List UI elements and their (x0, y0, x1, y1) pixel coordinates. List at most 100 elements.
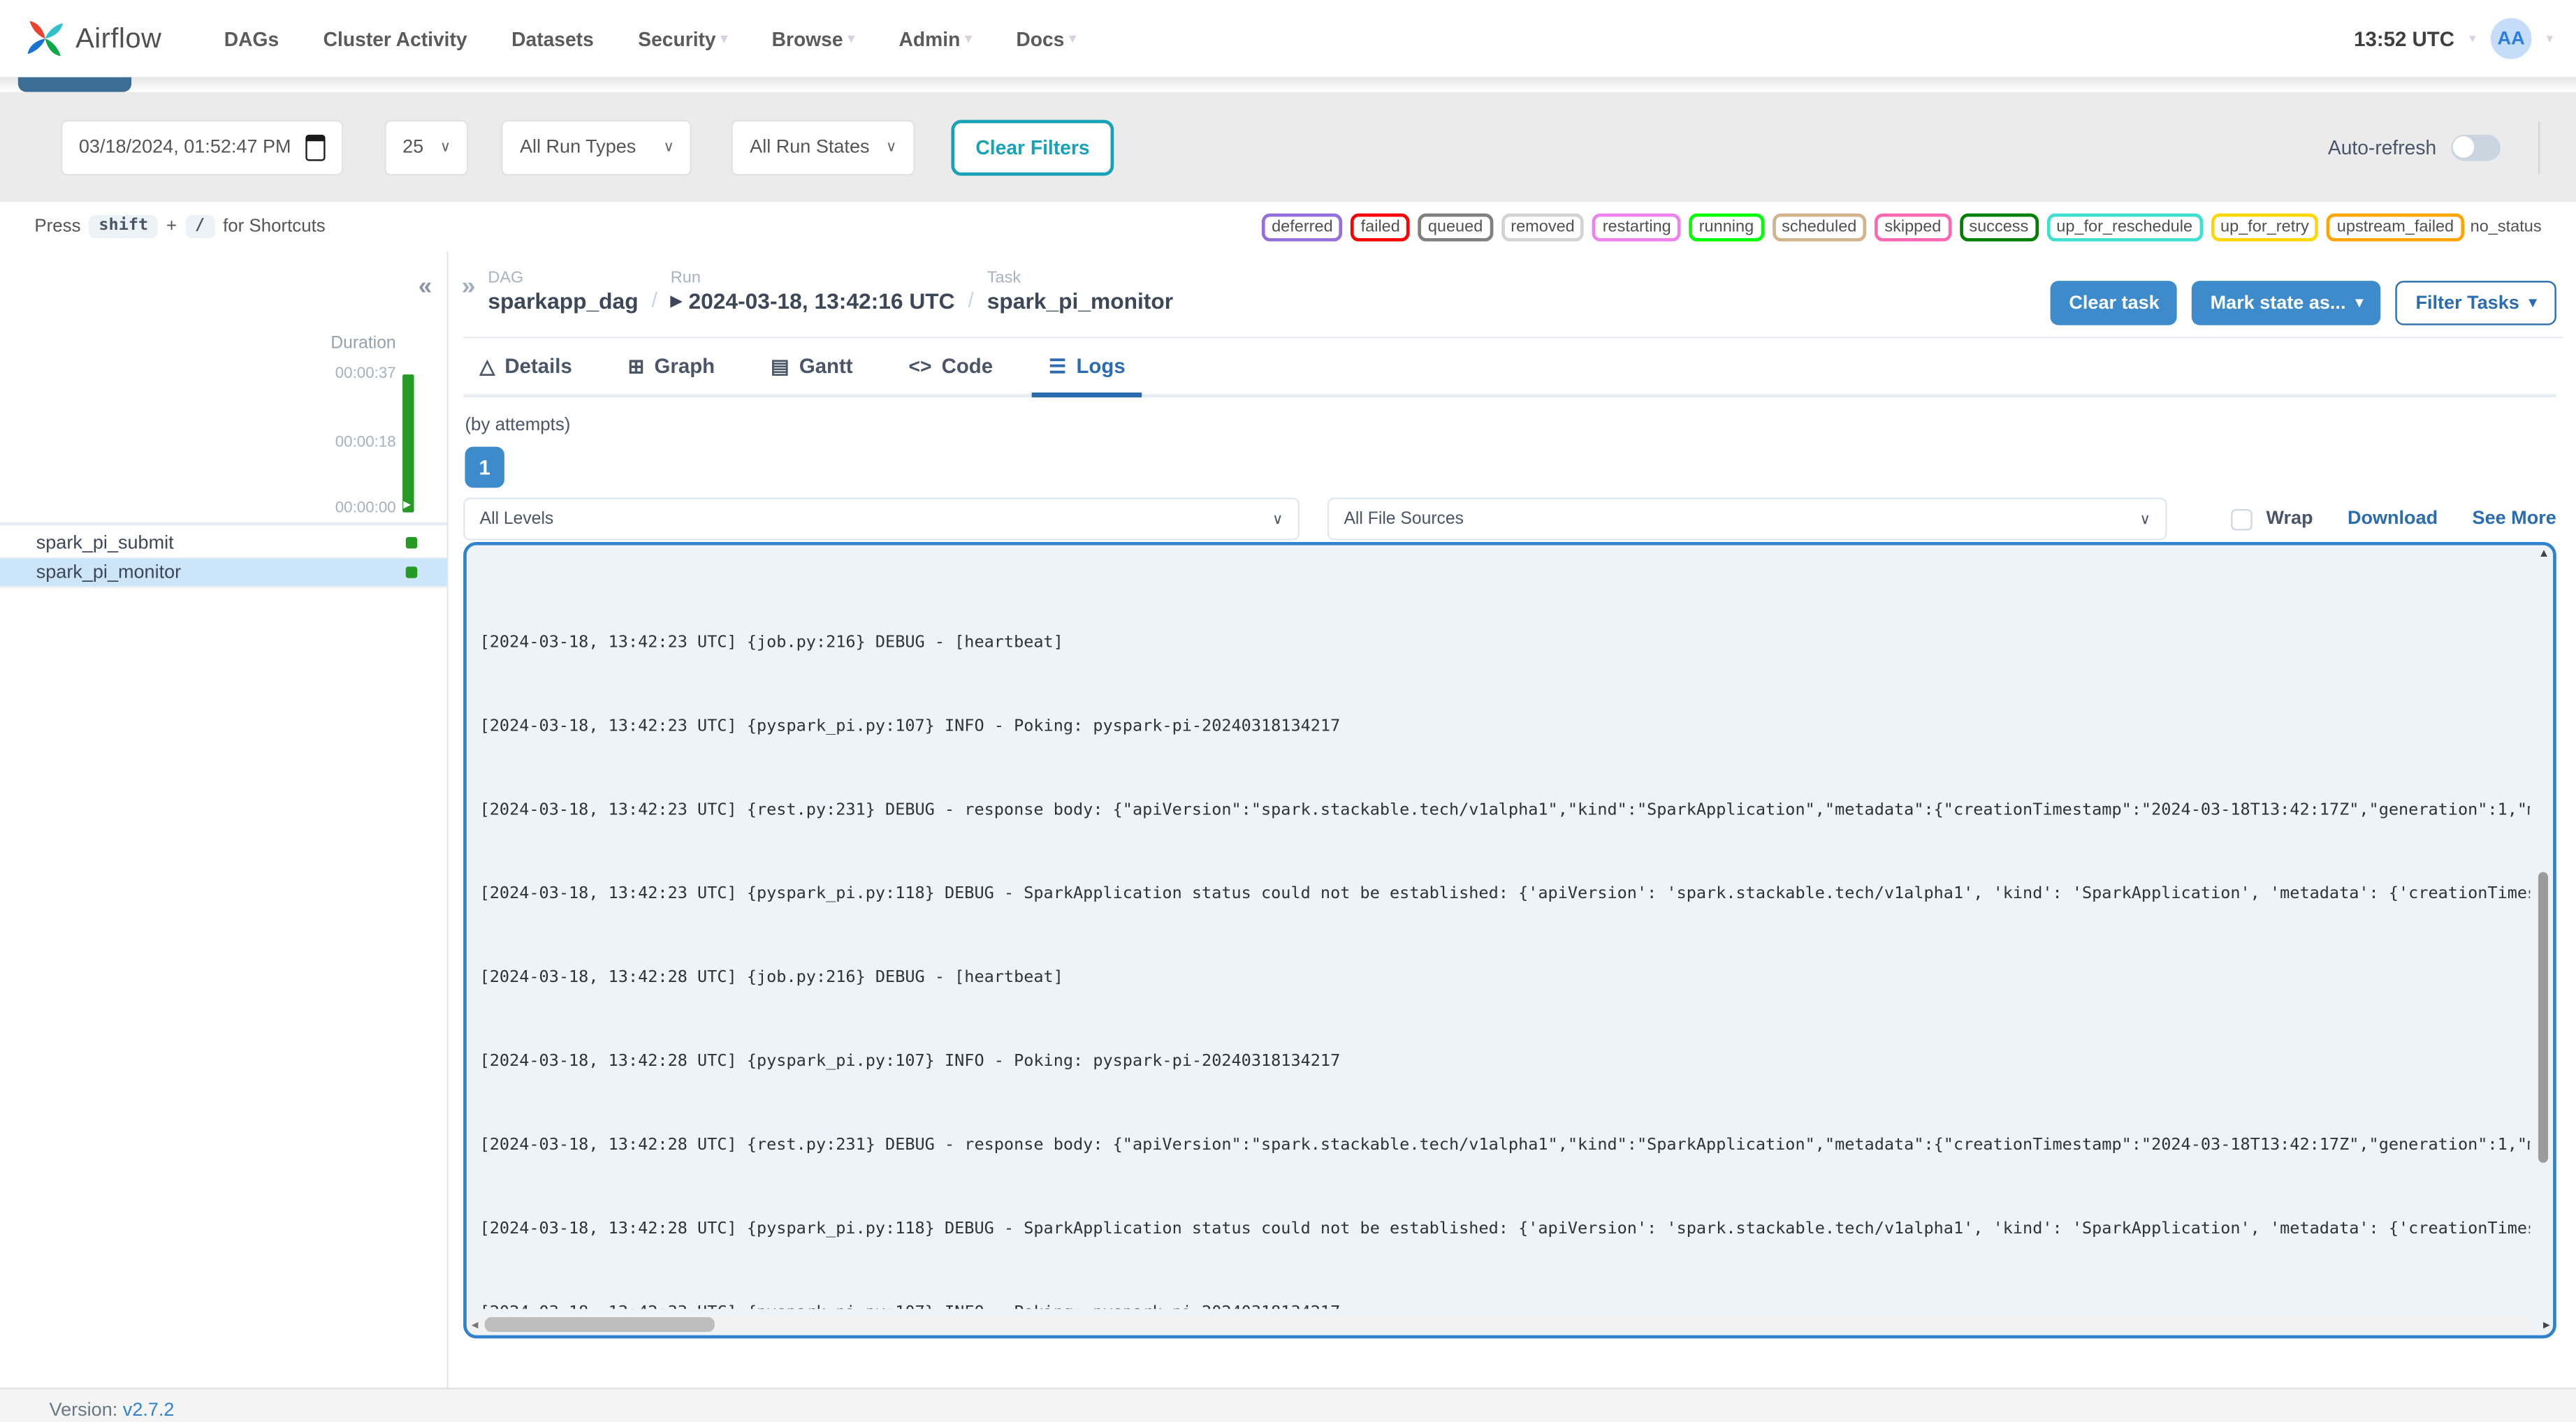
filter-tasks-button[interactable]: Filter Tasks ▾ (2396, 281, 2556, 325)
chevron-down-icon: ∨ (439, 138, 451, 155)
shortcut-text: Press (34, 217, 81, 237)
tab-details[interactable]: △ Details (463, 343, 588, 397)
mark-state-button[interactable]: Mark state as... ▾ (2192, 281, 2382, 325)
badge-up-for-reschedule: up_for_reschedule (2046, 212, 2203, 241)
vertical-scrollbar: ▲ (2537, 548, 2550, 1314)
log-level-select[interactable]: All Levels ∨ (463, 497, 1300, 541)
scroll-left-icon[interactable]: ◂ (472, 1317, 478, 1332)
run-types-value: All Run Types (519, 137, 636, 157)
badge-scheduled: scheduled (1772, 212, 1867, 241)
nav-item-label: Security (638, 27, 716, 50)
badge-queued: queued (1418, 212, 1493, 241)
tab-icon: △ (479, 354, 495, 378)
scroll-up-icon[interactable]: ▲ (2538, 548, 2549, 559)
user-avatar[interactable]: AA (2490, 17, 2532, 59)
scroll-right-icon[interactable]: ▸ (2543, 1317, 2549, 1332)
log-line: [2024-03-18, 13:42:28 UTC] {pyspark_pi.p… (479, 1220, 2531, 1238)
chevron-down-icon: ▾ (965, 31, 972, 46)
dag-run-duration-bar[interactable]: ▶ (402, 374, 414, 513)
badge-upstream-failed: upstream_failed (2327, 212, 2464, 241)
toggle-knob (2452, 136, 2475, 158)
scrolled-button-edge (17, 77, 132, 92)
timezone-clock[interactable]: 13:52 UTC (2354, 27, 2454, 50)
vertical-scroll-thumb[interactable] (2538, 872, 2549, 1163)
run-types-select[interactable]: All Run Types ∨ (502, 119, 692, 175)
airflow-logo-icon[interactable] (23, 17, 67, 61)
footer: Version: v2.7.2 (0, 1387, 2576, 1422)
tab-logs[interactable]: ☰ Logs (1032, 343, 1142, 398)
chevron-down-icon: ∨ (886, 138, 897, 155)
nav-item-cluster-activity[interactable]: Cluster Activity (323, 27, 467, 50)
tab-icon: <> (908, 354, 932, 378)
header-divider (463, 337, 2563, 339)
clear-task-button[interactable]: Clear task (2051, 281, 2178, 325)
tab-label: Gantt (799, 354, 853, 378)
nav-item-dags[interactable]: DAGs (224, 27, 279, 50)
attempt-1-button[interactable]: 1 (465, 446, 504, 488)
tab-label: Details (504, 354, 572, 378)
nav-item-datasets[interactable]: Datasets (511, 27, 594, 50)
filter-tasks-label: Filter Tasks (2415, 293, 2519, 313)
keyboard-shortcut-hint: Press shift + / for Shortcuts (34, 215, 326, 238)
nav-shadow (0, 77, 2576, 92)
task-row-spark-pi-monitor[interactable]: spark_pi_monitor (0, 558, 447, 588)
horizontal-scroll-thumb[interactable] (484, 1317, 715, 1332)
see-more-link[interactable]: See More (2473, 509, 2556, 529)
breadcrumb-task: Task spark_pi_monitor (987, 270, 1173, 314)
horizontal-scrollbar: ◂ (470, 1317, 2533, 1332)
version-link[interactable]: v2.7.2 (123, 1401, 175, 1421)
wrap-checkbox[interactable] (2232, 508, 2253, 530)
version-text: Version: v2.7.2 (50, 1401, 175, 1421)
run-states-select[interactable]: All Run States ∨ (732, 119, 915, 175)
badge-up-for-retry: up_for_retry (2210, 212, 2319, 241)
nav-item-docs[interactable]: Docs ▾ (1016, 27, 1075, 50)
caret-down-icon: ▾ (2528, 293, 2537, 311)
nav-item-browse[interactable]: Browse ▾ (772, 27, 854, 50)
base-date-field[interactable]: 03/18/2024, 01:52:47 PM (61, 119, 344, 175)
detail-tabs: △ Details ⊞ Graph ▤ Gantt <> Code ☰ Logs (463, 343, 2556, 398)
dag-link[interactable]: sparkapp_dag (488, 289, 638, 314)
file-source-value: All File Sources (1344, 508, 1464, 529)
nav-item-security[interactable]: Security ▾ (638, 27, 727, 50)
tab-gantt[interactable]: ▤ Gantt (755, 343, 870, 397)
file-source-select[interactable]: All File Sources ∨ (1327, 497, 2167, 541)
task-row-spark-pi-submit[interactable]: spark_pi_submit (0, 529, 447, 559)
dagrun-filter-bar: 03/18/2024, 01:52:47 PM 25 ∨ All Run Typ… (0, 91, 2576, 203)
duration-tick: 00:00:37 (335, 365, 396, 383)
shortcut-legend-row: Press shift + / for Shortcuts deferred f… (0, 202, 2576, 251)
collapse-sidebar-icon[interactable]: « (419, 274, 432, 299)
badge-failed: failed (1351, 212, 1410, 241)
task-link[interactable]: spark_pi_monitor (987, 289, 1173, 314)
task-label: Task (987, 269, 1021, 288)
run-states-value: All Run States (750, 137, 870, 157)
badge-running: running (1689, 212, 1764, 241)
page-size-select[interactable]: 25 ∨ (384, 119, 470, 175)
chevron-down-icon: ▾ (1069, 31, 1076, 46)
version-label: Version: (49, 1400, 118, 1421)
duration-tick: 00:00:00 (335, 499, 396, 518)
panel-expand-icon[interactable]: » (462, 272, 476, 300)
slash-key: / (184, 215, 215, 238)
log-output-panel[interactable]: [2024-03-18, 13:42:23 UTC] {job.py:216} … (463, 541, 2556, 1339)
clock-caret-icon: ▾ (2469, 31, 2476, 46)
clear-filters-button[interactable]: Clear Filters (951, 119, 1114, 175)
tab-graph[interactable]: ⊞ Graph (611, 343, 731, 397)
wrap-label: Wrap (2266, 508, 2313, 529)
nav-item-label: Docs (1016, 27, 1065, 50)
download-log-link[interactable]: Download (2348, 509, 2438, 529)
run-link[interactable]: ▶ 2024-03-18, 13:42:16 UTC (671, 289, 955, 314)
wrap-control: Wrap (2232, 508, 2313, 530)
by-attempts-label: (by attempts) (465, 415, 571, 436)
tab-icon: ⊞ (627, 354, 645, 378)
tab-icon: ▤ (771, 354, 789, 378)
tab-icon: ☰ (1049, 354, 1067, 378)
shortcut-suffix: for Shortcuts (223, 217, 326, 237)
brand-wordmark[interactable]: Airflow (75, 22, 161, 55)
log-level-value: All Levels (479, 508, 554, 529)
auto-refresh-toggle[interactable] (2451, 133, 2501, 161)
tab-code[interactable]: <> Code (892, 343, 1010, 397)
nav-item-admin[interactable]: Admin ▾ (899, 27, 972, 50)
chevron-down-icon: ∨ (663, 138, 674, 155)
badge-success: success (1959, 212, 2039, 241)
badge-removed: removed (1501, 212, 1585, 241)
